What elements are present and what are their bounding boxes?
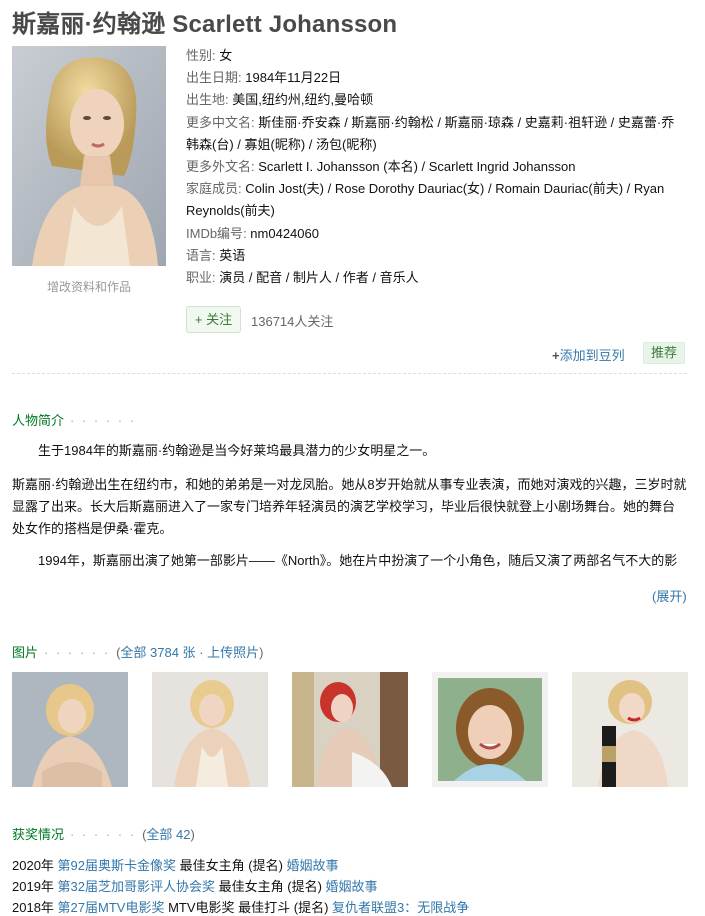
award-work-link[interactable]: 婚姻故事 bbox=[287, 858, 339, 873]
photo-thumbnail[interactable] bbox=[572, 672, 688, 787]
follow-count: 136714人关注 bbox=[251, 314, 334, 329]
photo-thumbnail[interactable] bbox=[432, 672, 548, 787]
award-item: 2018年 第27届MTV电影奖 MTV电影奖 最佳打斗 (提名) 复仇者联盟3… bbox=[12, 900, 470, 915]
info-chinese-names: 更多中文名: 斯佳丽·乔安森 / 斯嘉丽·约翰松 / 斯嘉丽·琼森 / 史嘉莉·… bbox=[186, 114, 675, 152]
follow-button[interactable]: + 关注 bbox=[186, 306, 241, 333]
info-imdb: IMDb编号: nm0424060 bbox=[186, 225, 319, 241]
page-title: 斯嘉丽·约翰逊 Scarlett Johansson bbox=[12, 11, 398, 38]
add-to-doulist-button[interactable]: +添加到豆列 bbox=[552, 345, 625, 364]
bio-paragraph: 斯嘉丽·约翰逊出生在纽约市，和她的弟弟是一对龙凤胎。她从8岁开始就从事专业表演，… bbox=[12, 477, 687, 536]
all-photos-link[interactable]: 全部 3784 张 bbox=[120, 645, 195, 660]
photo-thumbnail[interactable] bbox=[12, 672, 128, 787]
info-birthplace: 出生地: 美国,纽约州,纽约,曼哈顿 bbox=[186, 92, 374, 108]
info-birthday: 出生日期: 1984年11月22日 bbox=[186, 70, 342, 86]
award-ceremony-link[interactable]: 第92届奥斯卡金像奖 bbox=[58, 858, 176, 873]
add-to-doulist-label: 添加到豆列 bbox=[559, 348, 625, 363]
awards-section-title: 获奖情况 · · · · · · (全部 42) bbox=[12, 827, 195, 842]
info-occupation: 职业: 演员 / 配音 / 制片人 / 作者 / 音乐人 bbox=[186, 270, 419, 286]
edit-profile-link[interactable]: 增改资料和作品 bbox=[12, 278, 166, 295]
portrait-image[interactable] bbox=[12, 46, 166, 266]
award-item: 2019年 第32届芝加哥影评人协会奖 最佳女主角 (提名) 婚姻故事 bbox=[12, 879, 378, 894]
info-list: 性别: 女 出生日期: 1984年11月22日 出生地: 美国,纽约州,纽约,曼… bbox=[186, 45, 686, 289]
photo-thumbnail[interactable] bbox=[152, 672, 268, 787]
photos-section-title: 图片 · · · · · · (全部 3784 张 · 上传照片) bbox=[12, 645, 264, 660]
award-item: 2020年 第92届奥斯卡金像奖 最佳女主角 (提名) 婚姻故事 bbox=[12, 858, 339, 873]
info-foreign-names: 更多外文名: Scarlett I. Johansson (本名) / Scar… bbox=[186, 159, 576, 175]
all-awards-link[interactable]: 全部 42 bbox=[146, 827, 190, 842]
bio-paragraph: 生于1984年的斯嘉丽·约翰逊是当今好莱坞最具潜力的少女明星之一。 bbox=[38, 443, 436, 458]
plus-icon: + bbox=[552, 348, 560, 363]
info-family: 家庭成员: Colin Jost(夫) / Rose Dorothy Dauri… bbox=[186, 181, 665, 219]
photo-thumbnail[interactable] bbox=[292, 672, 408, 787]
award-ceremony-link[interactable]: 第32届芝加哥影评人协会奖 bbox=[58, 879, 215, 894]
bio-paragraph: 1994年，斯嘉丽出演了她第一部影片——《North》。她在片中扮演了一个小角色… bbox=[38, 553, 678, 568]
expand-bio-link[interactable]: (展开) bbox=[652, 586, 687, 605]
divider bbox=[12, 373, 687, 374]
award-work-link[interactable]: 复仇者联盟3：无限战争 bbox=[332, 900, 469, 915]
award-work-link[interactable]: 婚姻故事 bbox=[326, 879, 378, 894]
upload-photo-link[interactable]: 上传照片 bbox=[207, 645, 259, 660]
award-ceremony-link[interactable]: 第27届MTV电影奖 bbox=[58, 900, 165, 915]
info-gender: 性别: 女 bbox=[186, 48, 233, 63]
info-language: 语言: 英语 bbox=[186, 247, 246, 263]
recommend-button[interactable]: 推荐 bbox=[643, 342, 686, 364]
bio-section-title: 人物简介 · · · · · · bbox=[12, 413, 137, 428]
